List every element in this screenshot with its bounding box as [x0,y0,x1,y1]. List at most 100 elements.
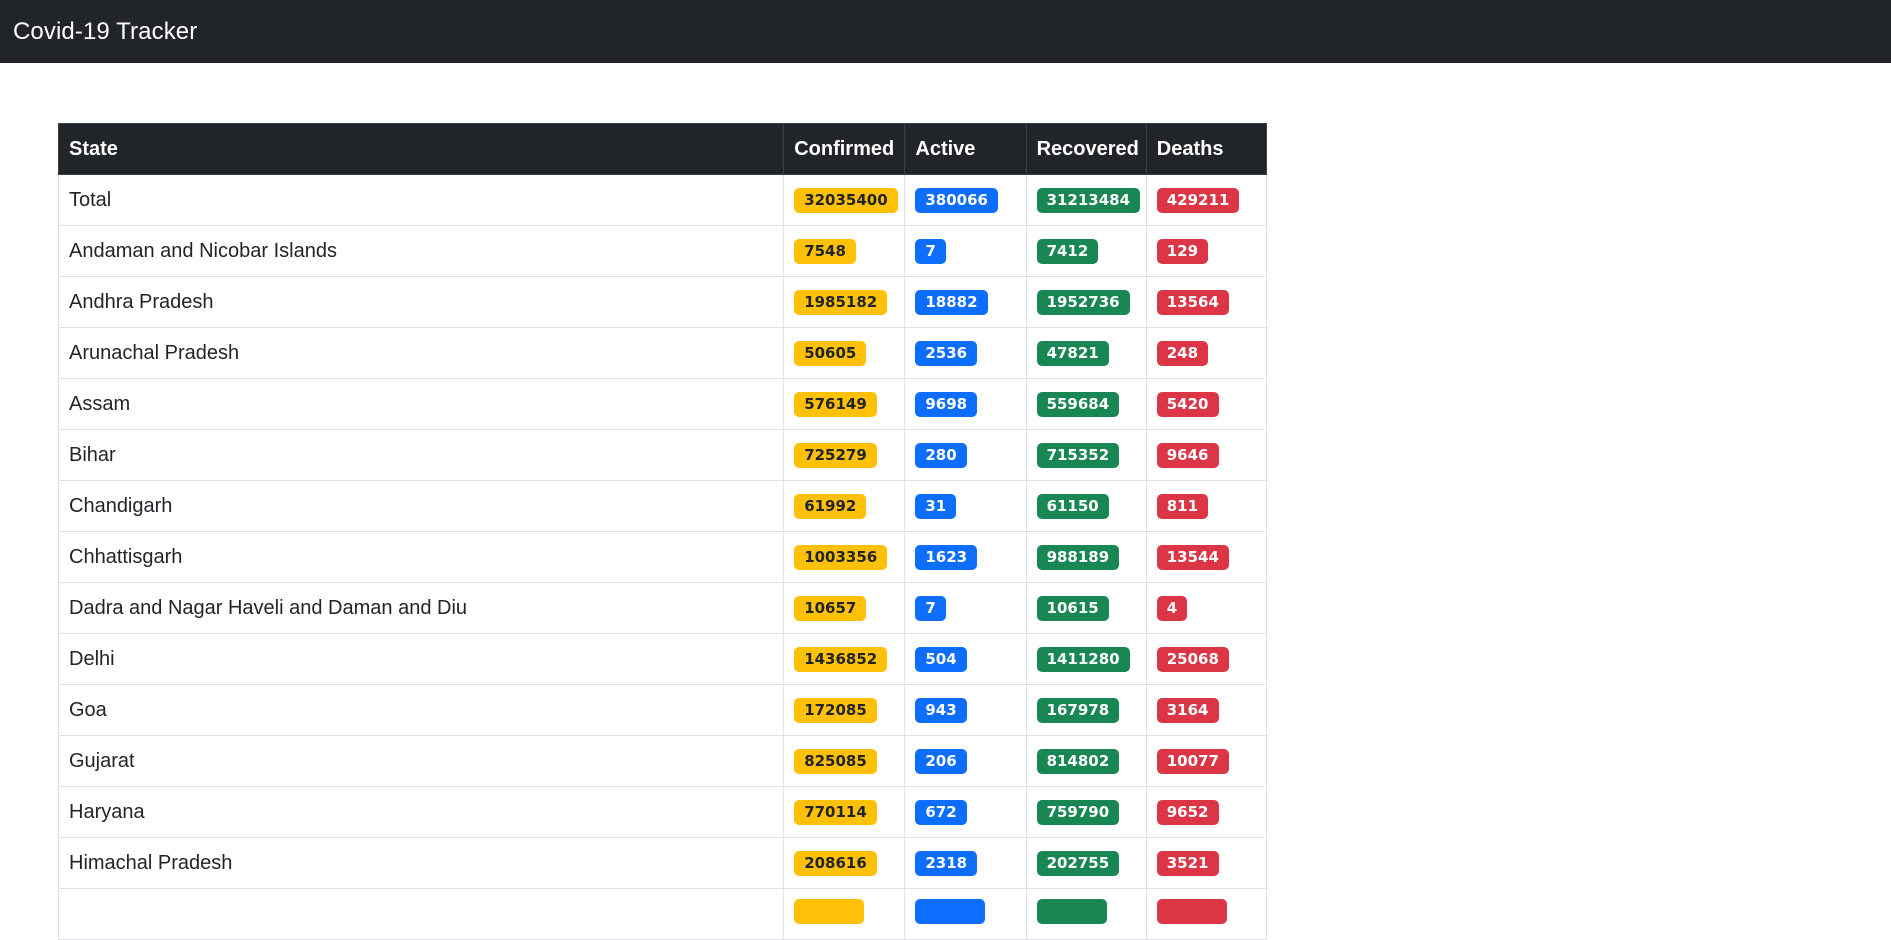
deaths-cell: 13544 [1145,531,1268,583]
recovered-badge: 31213484 [1036,187,1141,213]
recovered-badge: 715352 [1036,442,1120,468]
table-row: Dadra and Nagar Haveli and Daman and Diu… [57,582,1268,634]
state-cell: Gujarat [57,735,785,787]
table-row: Total 32035400 380066 31213484 429211 [57,174,1268,226]
confirmed-cell: 50605 [783,327,906,379]
table-row: Andhra Pradesh 1985182 18882 1952736 13564 [57,276,1268,328]
active-badge: 672 [915,799,967,825]
state-cell: Arunachal Pradesh [57,327,785,379]
header-confirmed: Confirmed [783,123,906,175]
active-cell: 7 [904,582,1027,634]
confirmed-badge [794,898,865,924]
deaths-cell: 4 [1145,582,1268,634]
table-row: Chandigarh 61992 31 61150 811 [57,480,1268,532]
confirmed-badge: 770114 [794,799,877,825]
confirmed-badge: 208616 [794,850,877,876]
active-cell: 672 [904,786,1027,838]
recovered-badge: 1952736 [1036,289,1130,315]
active-badge: 1623 [915,544,978,570]
active-cell: 206 [904,735,1027,787]
state-cell: Delhi [57,633,785,685]
table-row: Assam 576149 9698 559684 5420 [57,378,1268,430]
table-row [57,888,1268,940]
table-row: Haryana 770114 672 759790 9652 [57,786,1268,838]
active-badge: 7 [915,595,946,621]
deaths-cell: 25068 [1145,633,1268,685]
top-navbar: Covid-19 Tracker [0,0,1891,63]
deaths-badge: 13564 [1156,289,1229,315]
deaths-cell [1145,888,1268,940]
deaths-badge [1156,898,1227,924]
confirmed-badge: 50605 [794,340,867,366]
recovered-cell: 10615 [1025,582,1147,634]
confirmed-cell: 172085 [783,684,906,736]
state-cell: Chhattisgarh [57,531,785,583]
active-badge: 206 [915,748,967,774]
active-cell: 7 [904,225,1027,277]
recovered-badge: 1411280 [1036,646,1130,672]
state-cell: Chandigarh [57,480,785,532]
deaths-cell: 811 [1145,480,1268,532]
confirmed-badge: 10657 [794,595,867,621]
state-cell: Dadra and Nagar Haveli and Daman and Diu [57,582,785,634]
deaths-badge: 4 [1156,595,1188,621]
table-body: Total 32035400 380066 31213484 429211 Andaman… [57,174,1268,940]
table-row: Delhi 1436852 504 1411280 25068 [57,633,1268,685]
active-badge: 380066 [915,187,998,213]
state-cell: Andhra Pradesh [57,276,785,328]
deaths-badge: 25068 [1156,646,1229,672]
recovered-cell: 715352 [1025,429,1147,481]
active-badge: 9698 [915,391,978,417]
deaths-cell: 3164 [1145,684,1268,736]
active-badge: 7 [915,238,946,264]
state-cell: Haryana [57,786,785,838]
active-badge: 504 [915,646,967,672]
recovered-badge: 7412 [1036,238,1099,264]
confirmed-cell: 825085 [783,735,906,787]
deaths-cell: 248 [1145,327,1268,379]
confirmed-cell: 61992 [783,480,906,532]
confirmed-cell: 1003356 [783,531,906,583]
recovered-cell: 988189 [1025,531,1147,583]
recovered-badge: 202755 [1036,850,1120,876]
deaths-cell: 129 [1145,225,1268,277]
recovered-badge: 988189 [1036,544,1120,570]
recovered-cell: 814802 [1025,735,1147,787]
deaths-badge: 3164 [1156,697,1219,723]
deaths-badge: 129 [1156,238,1209,264]
recovered-cell: 1411280 [1025,633,1147,685]
state-cell: Goa [57,684,785,736]
recovered-badge: 759790 [1036,799,1120,825]
confirmed-badge: 1436852 [794,646,888,672]
deaths-cell: 9652 [1145,786,1268,838]
confirmed-cell [783,888,906,940]
recovered-badge: 10615 [1036,595,1109,621]
confirmed-cell: 725279 [783,429,906,481]
table-header-row: State Confirmed Active Recovered Deaths [57,123,1268,175]
active-badge: 18882 [915,289,988,315]
active-cell: 2318 [904,837,1027,889]
deaths-badge: 811 [1156,493,1209,519]
recovered-badge: 61150 [1036,493,1109,519]
active-badge [915,898,986,924]
confirmed-badge: 1003356 [794,544,888,570]
recovered-cell: 31213484 [1025,174,1147,226]
recovered-cell: 759790 [1025,786,1147,838]
confirmed-badge: 825085 [794,748,877,774]
active-badge: 2536 [915,340,978,366]
header-recovered: Recovered [1025,123,1147,175]
active-cell: 504 [904,633,1027,685]
recovered-cell: 47821 [1025,327,1147,379]
recovered-badge [1036,898,1107,924]
active-cell [904,888,1027,940]
app-brand[interactable]: Covid-19 Tracker [13,19,197,44]
covid-table-container: State Confirmed Active Recovered Deaths … [57,123,1268,940]
deaths-cell: 10077 [1145,735,1268,787]
recovered-cell [1025,888,1147,940]
active-badge: 943 [915,697,967,723]
deaths-cell: 3521 [1145,837,1268,889]
confirmed-cell: 10657 [783,582,906,634]
confirmed-cell: 32035400 [783,174,906,226]
confirmed-cell: 1985182 [783,276,906,328]
deaths-badge: 5420 [1156,391,1219,417]
